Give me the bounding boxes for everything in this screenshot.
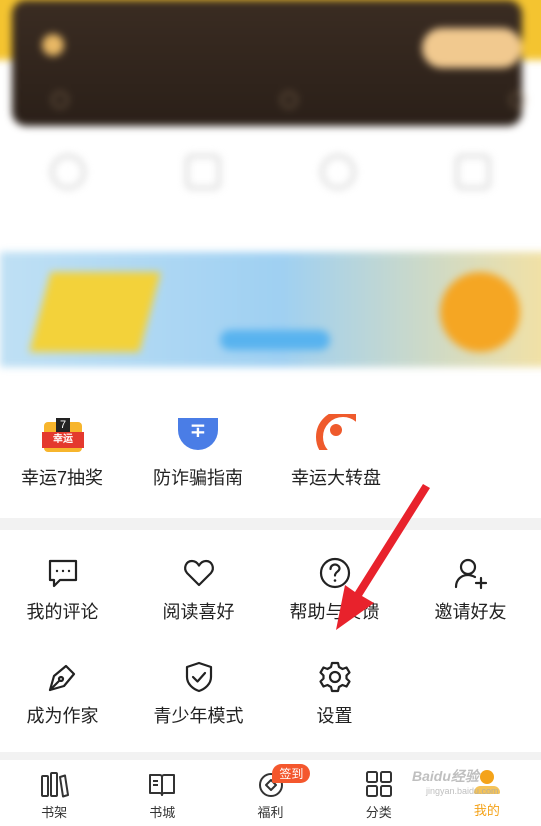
section-divider — [0, 518, 541, 530]
tool-reading-preference[interactable]: 阅读喜好 — [131, 556, 266, 624]
gear-icon — [318, 661, 351, 693]
tool-label: 成为作家 — [26, 706, 99, 726]
anti-fraud-shield-icon: ∓ — [176, 406, 220, 450]
tool-label: 帮助与反馈 — [289, 602, 380, 622]
vip-perks — [52, 92, 532, 108]
blurred-header-area — [0, 0, 541, 436]
quick-entry-row — [0, 155, 541, 201]
vip-card[interactable] — [12, 0, 522, 126]
quick-entry-icon — [50, 155, 85, 189]
vip-perk — [52, 92, 74, 108]
tool-label: 我的评论 — [26, 602, 99, 622]
promo-banner[interactable] — [0, 252, 541, 367]
vip-logo-icon — [42, 34, 64, 56]
quick-entry[interactable] — [413, 155, 533, 201]
comment-icon — [48, 559, 77, 588]
vip-open-button[interactable] — [422, 28, 522, 68]
tool-label: 设置 — [316, 706, 353, 726]
banner-button[interactable] — [440, 272, 520, 352]
heart-icon — [183, 559, 214, 587]
quick-entry[interactable] — [8, 155, 128, 201]
quick-entry[interactable] — [278, 155, 398, 201]
bookshelf-icon — [41, 772, 70, 798]
tool-label: 青少年模式 — [153, 706, 244, 726]
activity-anti-fraud[interactable]: ∓ 防诈骗指南 — [128, 406, 268, 490]
tool-my-comments[interactable]: 我的评论 — [0, 556, 130, 624]
baidu-watermark: Baidu经验 jingyan.baidu.com — [412, 768, 499, 796]
activity-lucky-seven[interactable]: 7 幸运 幸运7抽奖 — [0, 406, 132, 490]
quick-entry-icon — [185, 155, 220, 189]
tool-label: 阅读喜好 — [162, 602, 235, 622]
help-icon — [319, 557, 350, 589]
lucky-wheel-icon — [314, 406, 358, 450]
nav-label: 福利 — [257, 805, 284, 820]
tools-grid: 我的评论 阅读喜好 帮助与反馈 邀请好友 成为作家 青少年模式 设置 — [0, 540, 541, 750]
quick-entry[interactable] — [143, 155, 263, 201]
activity-label: 防诈骗指南 — [153, 468, 243, 488]
activity-row: 7 幸运 幸运7抽奖 ∓ 防诈骗指南 幸运大转盘 — [0, 406, 541, 516]
nav-label: 书城 — [149, 805, 176, 820]
nav-label: 分类 — [365, 805, 392, 820]
nav-label: 书架 — [41, 805, 68, 820]
activity-label: 幸运7抽奖 — [20, 468, 103, 488]
tool-teen-mode[interactable]: 青少年模式 — [131, 660, 266, 728]
open-book-icon — [149, 774, 176, 796]
lucky-seven-icon: 7 幸运 — [40, 406, 84, 452]
quick-entry-icon — [321, 155, 356, 189]
section-divider — [0, 752, 541, 760]
tool-help-feedback[interactable]: 帮助与反馈 — [267, 556, 402, 624]
vip-perk — [281, 92, 303, 108]
nav-bookshelf[interactable]: 书架 — [0, 760, 108, 826]
tool-label: 邀请好友 — [434, 602, 507, 622]
grid-icon — [365, 771, 392, 797]
teen-shield-icon — [185, 661, 212, 693]
activity-label: 幸运大转盘 — [291, 468, 381, 488]
tool-settings[interactable]: 设置 — [267, 660, 402, 728]
banner-graphic — [29, 272, 161, 352]
nav-bookstore[interactable]: 书城 — [108, 760, 216, 826]
activity-lucky-wheel[interactable]: 幸运大转盘 — [266, 406, 406, 490]
check-in-badge: 签到 — [272, 764, 311, 783]
nav-label: 我的 — [473, 803, 500, 818]
banner-subtitle — [220, 330, 330, 350]
tool-invite-friends[interactable]: 邀请好友 — [403, 556, 538, 624]
pen-icon — [48, 664, 75, 692]
vip-perk — [510, 92, 532, 108]
nav-welfare[interactable]: 签到 福利 — [216, 760, 324, 826]
quick-entry-icon — [456, 155, 491, 189]
invite-friend-icon — [454, 558, 487, 590]
tool-become-writer[interactable]: 成为作家 — [0, 660, 130, 728]
